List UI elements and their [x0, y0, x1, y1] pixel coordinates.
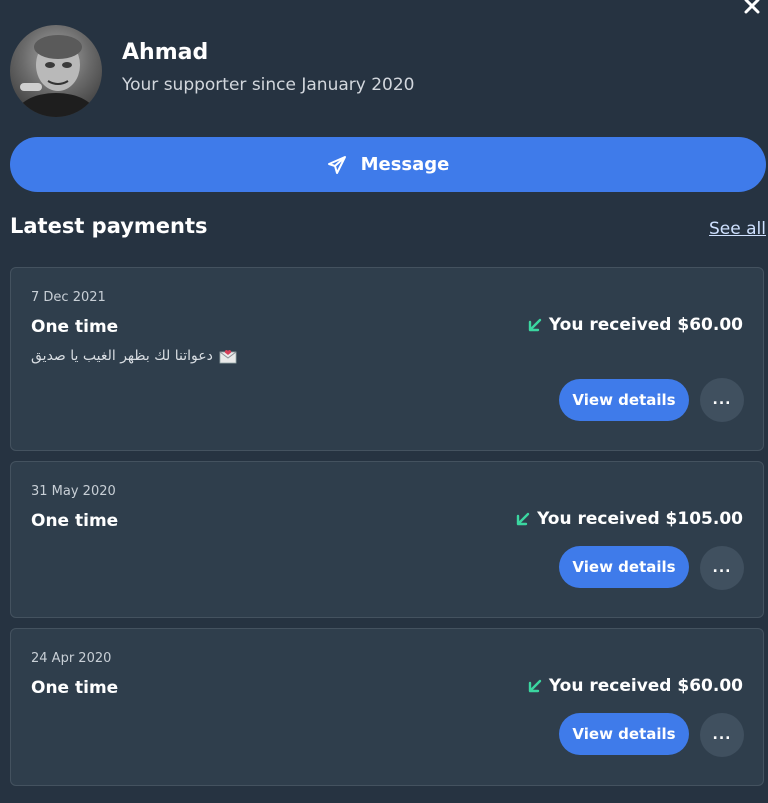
- payment-date: 7 Dec 2021: [31, 290, 106, 305]
- arrow-down-left-icon: [528, 679, 542, 693]
- payment-type: One time: [31, 511, 119, 531]
- more-options-button[interactable]: ...: [700, 546, 744, 590]
- payment-card: 24 Apr 2020 One time You received $60.00…: [10, 628, 764, 786]
- more-dots-icon: ...: [712, 560, 732, 576]
- message-label: Message: [360, 154, 450, 175]
- payment-received-text: You received $60.00: [548, 676, 743, 696]
- payment-note: دعواتنا لك بظهر الغيب يا صديق: [31, 348, 237, 364]
- close-icon: [744, 0, 760, 14]
- payment-received: You received $60.00: [527, 315, 743, 335]
- more-dots-icon: ...: [712, 727, 732, 743]
- close-button[interactable]: [740, 0, 764, 18]
- view-details-button[interactable]: View details: [559, 546, 689, 588]
- payment-date: 31 May 2020: [31, 484, 116, 499]
- envelope-heart-icon: [219, 350, 237, 364]
- payment-received-text: You received $60.00: [548, 315, 743, 335]
- avatar: [10, 25, 102, 117]
- arrow-down-left-icon: [516, 512, 530, 526]
- payment-card: 31 May 2020 One time You received $105.0…: [10, 461, 764, 618]
- payment-received-text: You received $105.00: [537, 509, 743, 529]
- supporter-since: Your supporter since January 2020: [122, 74, 415, 95]
- more-options-button[interactable]: ...: [700, 378, 744, 422]
- arrow-down-left-icon: [528, 318, 542, 332]
- payment-received: You received $105.00: [515, 509, 743, 529]
- supporter-name: Ahmad: [122, 39, 209, 65]
- view-details-button[interactable]: View details: [559, 379, 689, 421]
- more-dots-icon: ...: [712, 392, 732, 408]
- send-icon: [327, 155, 346, 174]
- payment-type: One time: [31, 678, 119, 698]
- more-options-button[interactable]: ...: [700, 713, 744, 757]
- payment-date: 24 Apr 2020: [31, 651, 112, 666]
- section-title: Latest payments: [10, 214, 208, 238]
- payment-type: One time: [31, 317, 119, 337]
- payment-card: 7 Dec 2021 One time دعواتنا لك بظهر الغي…: [10, 267, 764, 451]
- payment-received: You received $60.00: [527, 676, 743, 696]
- message-button[interactable]: Message: [10, 137, 766, 192]
- view-details-button[interactable]: View details: [559, 713, 689, 755]
- payment-note-text: دعواتنا لك بظهر الغيب يا صديق: [31, 348, 213, 364]
- see-all-link[interactable]: See all: [709, 219, 766, 239]
- supporter-profile: Ahmad Your supporter since January 2020: [10, 25, 415, 117]
